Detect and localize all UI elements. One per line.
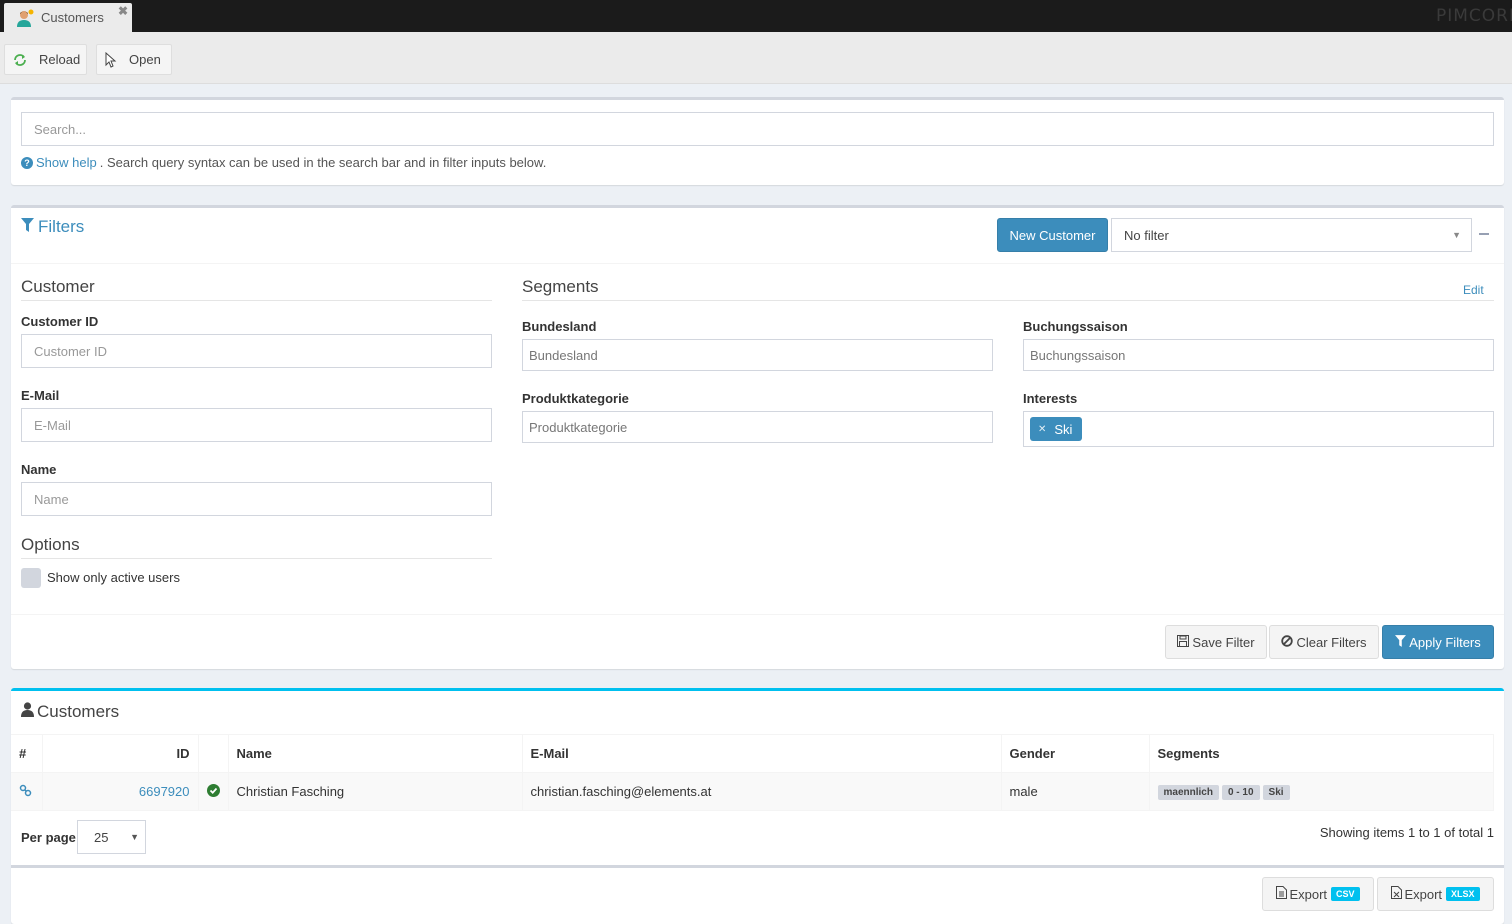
search-help: ? Show help . Search query syntax can be… [21, 155, 546, 170]
filter-select-value: No filter [1124, 227, 1169, 243]
collapse-minus-icon[interactable] [1479, 233, 1489, 235]
pagination-info: Showing items 1 to 1 of total 1 [1319, 825, 1494, 840]
produktkategorie-select[interactable]: Produktkategorie [522, 411, 993, 443]
new-customer-button[interactable]: New Customer [997, 218, 1108, 252]
interests-label: Interests [1023, 391, 1078, 406]
export-xlsx-button[interactable]: Export XLSX [1377, 877, 1494, 911]
customer-id-label: Customer ID [21, 314, 99, 329]
row-email: christian.fasching@elements.at [522, 772, 1002, 811]
col-email[interactable]: E-Mail [522, 734, 1002, 773]
save-icon [1177, 634, 1190, 650]
filters-title: Filters [21, 217, 84, 237]
export-csv-button[interactable]: Export CSV [1262, 877, 1374, 911]
email-input[interactable]: E-Mail [21, 408, 492, 442]
table-header-row: # ID Name E-Mail Gender Segments [11, 734, 1494, 773]
col-name[interactable]: Name [228, 734, 523, 773]
tab-label: Customers [41, 10, 104, 25]
row-id[interactable]: 6697920 [42, 772, 199, 811]
xlsx-badge: XLSX [1446, 887, 1480, 901]
col-active [198, 734, 229, 773]
search-input[interactable]: Search... [21, 112, 1494, 146]
table-row: 6697920 Christian Fasching christian.fas… [11, 772, 1494, 811]
reload-icon [13, 52, 27, 68]
link-icon[interactable] [19, 784, 32, 800]
segments-section-title: Segments [522, 277, 1494, 301]
row-segments: maennlich 0 - 10 Ski [1149, 772, 1494, 811]
buchungssaison-label: Buchungssaison [1023, 319, 1128, 334]
customers-panel: Customers # ID Name E-Mail Gender Segmen… [11, 688, 1504, 924]
edit-segments-link[interactable]: Edit [1463, 283, 1484, 297]
brand-logo: PIMCORE [1436, 6, 1512, 26]
filter-icon [1395, 634, 1407, 650]
divider [11, 614, 1504, 615]
remove-tag-icon[interactable]: ✕ [1038, 424, 1046, 435]
search-placeholder: Search... [34, 121, 87, 137]
dropdown-arrow-icon: ▼ [1452, 230, 1461, 240]
open-button[interactable]: Open [96, 44, 172, 75]
name-label: Name [21, 462, 57, 477]
customers-table: # ID Name E-Mail Gender Segments 6697920… [11, 734, 1494, 811]
name-input[interactable]: Name [21, 482, 492, 516]
col-segments: Segments [1149, 734, 1494, 773]
close-tab-icon[interactable]: ✖ [118, 4, 128, 18]
file-excel-icon [1391, 886, 1403, 902]
open-label: Open [129, 52, 161, 67]
cursor-icon [105, 51, 117, 68]
customers-title: Customers [21, 702, 119, 722]
toolbar: Reload Open [0, 32, 1512, 84]
user-icon [21, 702, 34, 722]
divider [11, 865, 1504, 868]
reload-button[interactable]: Reload [4, 44, 87, 75]
bundesland-label: Bundesland [522, 319, 597, 334]
buchungssaison-select[interactable]: Buchungssaison [1023, 339, 1494, 371]
clear-filters-button[interactable]: Clear Filters [1269, 625, 1379, 659]
bundesland-select[interactable]: Bundesland [522, 339, 993, 371]
question-circle-icon: ? [21, 156, 33, 169]
dropdown-arrow-icon: ▼ [130, 832, 139, 842]
customer-section-title: Customer [21, 277, 492, 301]
filters-panel: Filters New Customer No filter ▼ Custome… [11, 205, 1504, 669]
segment-badge: 0 - 10 [1221, 785, 1260, 800]
row-name: Christian Fasching [228, 772, 523, 811]
per-page-select[interactable]: 25 ▼ [77, 820, 146, 854]
row-gender: male [1001, 772, 1150, 811]
filter-icon [21, 217, 34, 237]
customer-icon [16, 9, 34, 27]
interests-select[interactable]: ✕ Ski [1023, 411, 1494, 447]
active-users-checkbox[interactable] [21, 568, 41, 588]
help-text: . Search query syntax can be used in the… [99, 155, 547, 170]
ban-icon [1281, 634, 1294, 650]
divider [11, 263, 1504, 264]
csv-badge: CSV [1331, 887, 1360, 901]
per-page-label: Per page [21, 830, 76, 845]
row-active-cell [198, 772, 229, 811]
interest-tag: ✕ Ski [1030, 417, 1083, 441]
customer-id-input[interactable]: Customer ID [21, 334, 492, 368]
options-section-title: Options [21, 535, 492, 559]
apply-filters-button[interactable]: Apply Filters [1382, 625, 1494, 659]
produktkategorie-label: Produktkategorie [522, 391, 629, 406]
file-text-icon [1276, 886, 1288, 902]
top-bar: Customers ✖ PIMCORE [0, 0, 1512, 32]
col-gender[interactable]: Gender [1001, 734, 1150, 773]
segment-badge: maennlich [1157, 785, 1219, 800]
row-link-cell[interactable] [11, 772, 43, 811]
tab-customers[interactable]: Customers ✖ [4, 3, 132, 32]
email-label: E-Mail [21, 388, 60, 403]
segment-badge: Ski [1262, 785, 1290, 800]
check-circle-icon [206, 783, 220, 800]
col-id[interactable]: ID [42, 734, 199, 773]
active-users-label: Show only active users [47, 570, 180, 585]
filter-select[interactable]: No filter ▼ [1111, 218, 1472, 252]
col-index: # [11, 734, 43, 773]
show-help-link[interactable]: Show help [36, 155, 97, 170]
save-filter-button[interactable]: Save Filter [1165, 625, 1267, 659]
search-panel: Search... ? Show help . Search query syn… [11, 97, 1504, 185]
reload-label: Reload [39, 52, 81, 67]
